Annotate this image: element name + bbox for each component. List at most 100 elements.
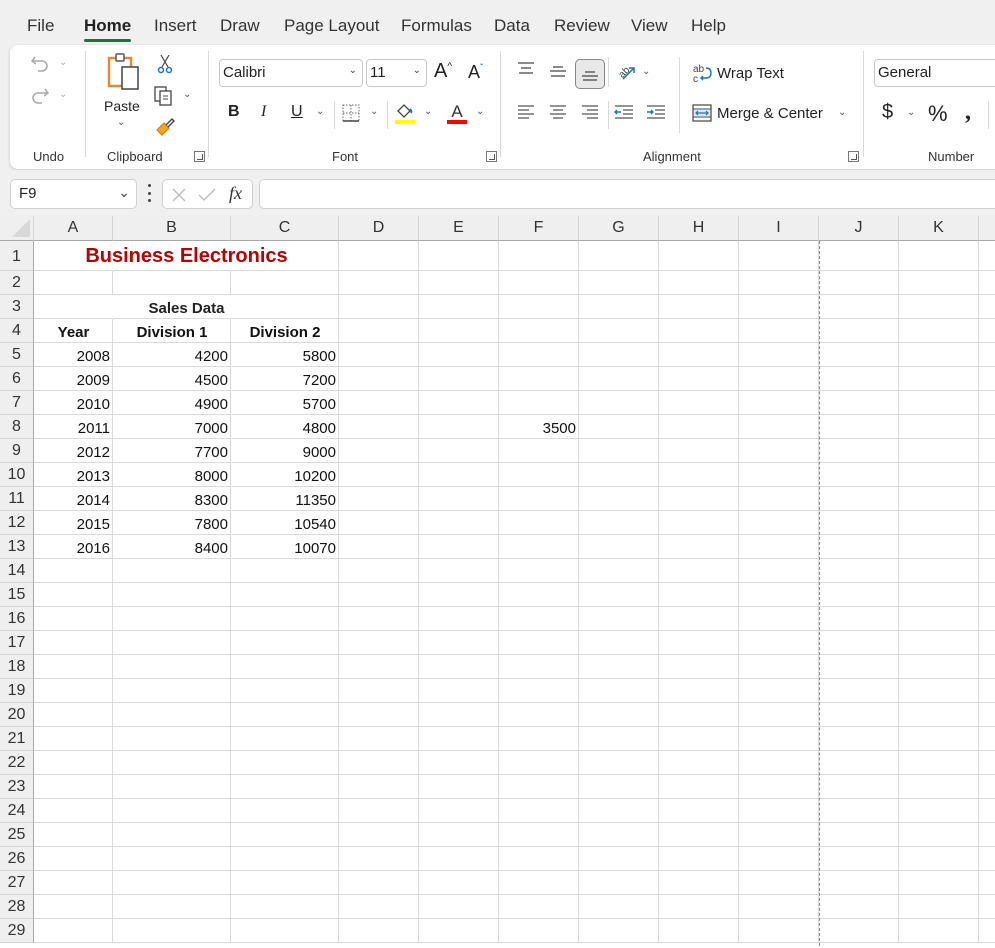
row-header-17[interactable]: 17 — [0, 631, 34, 655]
cell-e20[interactable] — [419, 703, 499, 727]
cell-a15[interactable] — [34, 583, 113, 607]
cell-c24[interactable] — [231, 799, 339, 823]
cell-12[interactable] — [979, 511, 995, 535]
cell-d28[interactable] — [339, 895, 419, 919]
row-header-23[interactable]: 23 — [0, 775, 34, 799]
cell-i24[interactable] — [739, 799, 819, 823]
cell-j3[interactable] — [819, 295, 899, 319]
cell-17[interactable] — [979, 631, 995, 655]
cell-k13[interactable] — [899, 535, 979, 559]
cell-k18[interactable] — [899, 655, 979, 679]
cell-f14[interactable] — [499, 559, 579, 583]
cell-e10[interactable] — [419, 463, 499, 487]
font-color-dropdown-icon[interactable]: ⌄ — [476, 106, 484, 117]
cell-k20[interactable] — [899, 703, 979, 727]
row-header-12[interactable]: 12 — [0, 511, 34, 535]
cell-e13[interactable] — [419, 535, 499, 559]
cell-15[interactable] — [979, 583, 995, 607]
cell-h1[interactable] — [659, 241, 739, 271]
bold-button[interactable]: B — [228, 103, 240, 121]
cell-c29[interactable] — [231, 919, 339, 943]
middle-align-icon[interactable] — [547, 63, 569, 79]
cell-f28[interactable] — [499, 895, 579, 919]
cell-h17[interactable] — [659, 631, 739, 655]
cell-i4[interactable] — [739, 319, 819, 343]
cell-b26[interactable] — [113, 847, 231, 871]
cell-g7[interactable] — [579, 391, 659, 415]
cell-f11[interactable] — [499, 487, 579, 511]
row-header-4[interactable]: 4 — [0, 319, 34, 343]
cell-g12[interactable] — [579, 511, 659, 535]
increase-indent-icon[interactable] — [645, 103, 667, 121]
tab-insert[interactable]: Insert — [154, 16, 197, 36]
decrease-font-size-button[interactable]: Aˇ — [468, 62, 483, 83]
cell-i17[interactable] — [739, 631, 819, 655]
cell-h18[interactable] — [659, 655, 739, 679]
cell-j27[interactable] — [819, 871, 899, 895]
cell-b15[interactable] — [113, 583, 231, 607]
cell-k12[interactable] — [899, 511, 979, 535]
font-dialog-launcher-icon[interactable] — [486, 151, 497, 162]
column-header-e[interactable]: E — [419, 216, 499, 241]
cell-c26[interactable] — [231, 847, 339, 871]
row-header-2[interactable]: 2 — [0, 271, 34, 295]
cell-i11[interactable] — [739, 487, 819, 511]
cell-c18[interactable] — [231, 655, 339, 679]
cell-i29[interactable] — [739, 919, 819, 943]
cell-k10[interactable] — [899, 463, 979, 487]
cell-h12[interactable] — [659, 511, 739, 535]
cell-d2[interactable] — [339, 271, 419, 295]
undo-dropdown-icon[interactable]: ⌄ — [59, 57, 67, 68]
cell-26[interactable] — [979, 847, 995, 871]
cell-j19[interactable] — [819, 679, 899, 703]
cell-i8[interactable] — [739, 415, 819, 439]
cell-g6[interactable] — [579, 367, 659, 391]
row-header-28[interactable]: 28 — [0, 895, 34, 919]
cell-a18[interactable] — [34, 655, 113, 679]
cell-f25[interactable] — [499, 823, 579, 847]
cell-c21[interactable] — [231, 727, 339, 751]
cell-g22[interactable] — [579, 751, 659, 775]
formula-input[interactable] — [259, 179, 995, 209]
cell-18[interactable] — [979, 655, 995, 679]
row-header-1[interactable]: 1 — [0, 241, 34, 271]
cell-e26[interactable] — [419, 847, 499, 871]
cell-b21[interactable] — [113, 727, 231, 751]
cell-a29[interactable] — [34, 919, 113, 943]
cell-k9[interactable] — [899, 439, 979, 463]
cell-j10[interactable] — [819, 463, 899, 487]
cell-j20[interactable] — [819, 703, 899, 727]
cell-g21[interactable] — [579, 727, 659, 751]
enter-check-icon[interactable] — [197, 185, 217, 205]
tab-formulas[interactable]: Formulas — [401, 16, 472, 36]
cell-16[interactable] — [979, 607, 995, 631]
cell-i16[interactable] — [739, 607, 819, 631]
cell-j4[interactable] — [819, 319, 899, 343]
cell-e6[interactable] — [419, 367, 499, 391]
cell-g23[interactable] — [579, 775, 659, 799]
cell-e5[interactable] — [419, 343, 499, 367]
cell-9[interactable] — [979, 439, 995, 463]
row-header-19[interactable]: 19 — [0, 679, 34, 703]
cell-h8[interactable] — [659, 415, 739, 439]
cell-k25[interactable] — [899, 823, 979, 847]
currency-dropdown-icon[interactable]: ⌄ — [907, 107, 915, 118]
wrap-text-icon[interactable]: ab c — [692, 62, 714, 84]
cell-h27[interactable] — [659, 871, 739, 895]
cell-k22[interactable] — [899, 751, 979, 775]
cell-b14[interactable] — [113, 559, 231, 583]
cell-k15[interactable] — [899, 583, 979, 607]
cell-k23[interactable] — [899, 775, 979, 799]
fill-color-dropdown-icon[interactable]: ⌄ — [424, 106, 432, 117]
row-header-18[interactable]: 18 — [0, 655, 34, 679]
cell-e4[interactable] — [419, 319, 499, 343]
cell-k14[interactable] — [899, 559, 979, 583]
cell-f5[interactable] — [499, 343, 579, 367]
cell-i1[interactable] — [739, 241, 819, 271]
row-header-13[interactable]: 13 — [0, 535, 34, 559]
cell-g28[interactable] — [579, 895, 659, 919]
cell-i18[interactable] — [739, 655, 819, 679]
cell-f23[interactable] — [499, 775, 579, 799]
cell-i27[interactable] — [739, 871, 819, 895]
cell-d5[interactable] — [339, 343, 419, 367]
